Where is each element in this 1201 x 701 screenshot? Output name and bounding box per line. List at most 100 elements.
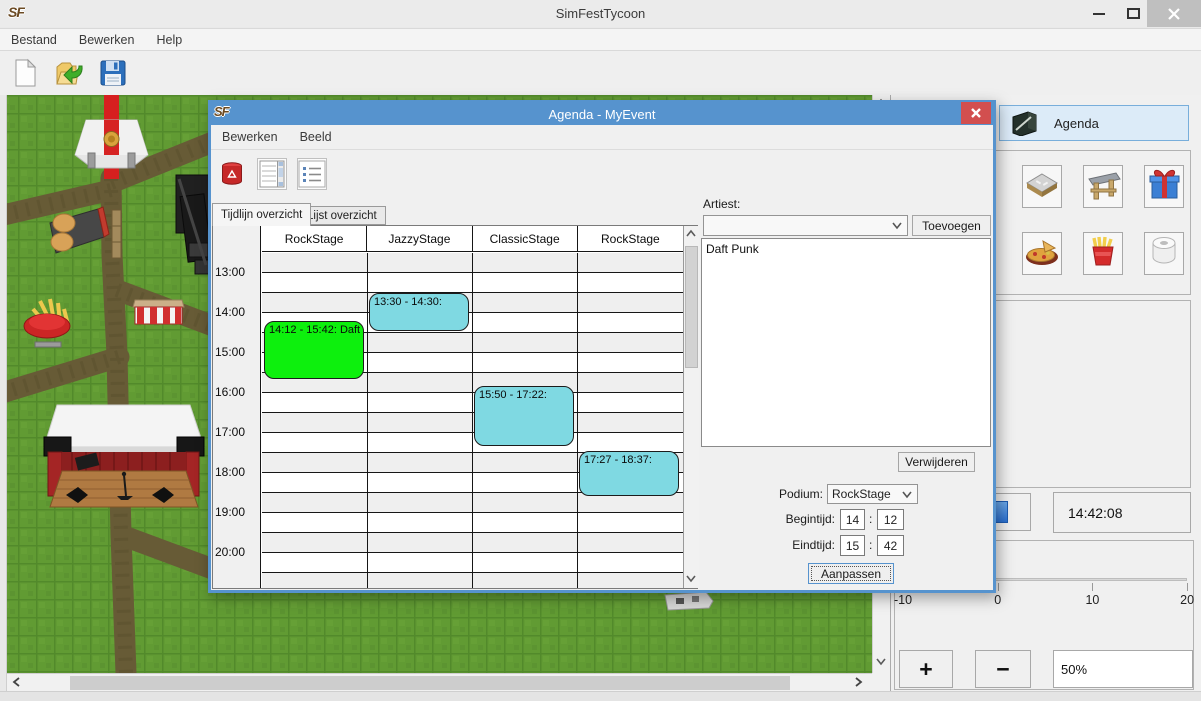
scroll-right-arrow[interactable] (852, 676, 864, 688)
dialog-menu-item-bewerken[interactable]: Bewerken (211, 130, 289, 144)
column-header-rockstage: RockStage (578, 226, 683, 251)
column-separator (577, 253, 578, 588)
chevron-up-icon (685, 228, 697, 240)
new-file-button[interactable] (8, 56, 42, 90)
item-button-stage-gate[interactable] (1083, 165, 1123, 208)
chevron-down-icon (875, 655, 887, 667)
slider-tick (1187, 583, 1188, 591)
time-colon: : (869, 538, 872, 552)
zoom-level-value: 50% (1061, 662, 1087, 677)
schedule-event[interactable]: 17:27 - 18:37: (579, 451, 679, 496)
end-hour-field[interactable]: 15 (840, 535, 865, 556)
tab-tijdlijn-overzicht[interactable]: Tijdlijn overzicht (212, 203, 311, 226)
slider-tick (998, 583, 999, 591)
chevron-down-icon (901, 488, 913, 500)
schedule-header: RockStageJazzyStageClassicStageRockStage (262, 226, 683, 252)
end-minute-field[interactable]: 42 (877, 535, 904, 556)
artist-label: Artiest: (703, 197, 740, 211)
podium-label: Podium: (763, 487, 823, 501)
dialog-content: BewerkenBeeld RockStage JazzyStageClassic… (211, 125, 993, 590)
hscroll-thumb[interactable] (70, 676, 790, 690)
artist-list-item[interactable]: Daft Punk (702, 239, 990, 256)
schedule-event[interactable]: 15:50 - 17:22: (474, 386, 574, 445)
chevron-down-icon (891, 219, 903, 231)
item-button-toilet-paper[interactable] (1144, 232, 1184, 275)
save-file-button[interactable] (96, 56, 130, 90)
dialog-titlebar[interactable]: SF Agenda - MyEvent (211, 103, 993, 125)
menu-item-help[interactable]: Help (145, 33, 193, 47)
dialog-logo-icon: SF (214, 104, 229, 119)
time-colon: : (869, 512, 872, 526)
close-button[interactable] (1147, 0, 1201, 27)
add-artist-button[interactable]: Toevoegen (912, 215, 991, 236)
remove-artist-button[interactable]: Verwijderen (898, 452, 975, 472)
end-time-label: Eindtijd: (767, 538, 835, 552)
time-label-1700: 17:00 (215, 425, 259, 439)
clock-value: 14:42:08 (1068, 505, 1123, 521)
item-button-gift[interactable] (1144, 165, 1184, 208)
menu-item-bestand[interactable]: Bestand (0, 33, 68, 47)
tent (75, 120, 148, 168)
begin-hour-field[interactable]: 14 (840, 509, 865, 530)
close-icon (1167, 7, 1181, 21)
item-button-pizza[interactable] (1022, 232, 1062, 275)
schedule-scrollbar[interactable] (683, 226, 699, 588)
zoom-level-field[interactable]: 50% (1053, 650, 1193, 688)
time-label-2000: 20:00 (215, 545, 259, 559)
open-file-button[interactable] (52, 56, 86, 90)
begin-time-label: Begintijd: (767, 512, 835, 526)
list-view-button[interactable] (297, 158, 327, 190)
time-label-1300: 13:00 (215, 265, 259, 279)
apply-button[interactable]: Aanpassen (808, 563, 894, 584)
end-hour-value: 15 (846, 539, 859, 553)
zoom-out-button[interactable]: − (975, 650, 1031, 688)
schedule-grid[interactable]: 14:12 - 15:42: Daft Punk13:30 - 14:30: 1… (262, 253, 683, 588)
schedule-event[interactable]: 13:30 - 14:30: (369, 293, 469, 331)
agenda-button-label: Agenda (1054, 116, 1099, 131)
item-button-fries[interactable] (1083, 232, 1123, 275)
begin-minute-field[interactable]: 12 (877, 509, 904, 530)
titlebar: SF SimFestTycoon (0, 0, 1201, 27)
slider-tick-label: 10 (1072, 593, 1112, 607)
podium-combobox[interactable]: RockStage (827, 484, 918, 504)
column-header-classicstage: ClassicStage (473, 226, 578, 251)
column-header-jazzystage: JazzyStage (367, 226, 472, 251)
delete-item-button[interactable] (217, 158, 247, 190)
gift-icon (1146, 167, 1182, 206)
map-horizontal-scrollbar[interactable] (7, 673, 872, 691)
scroll-left-arrow[interactable] (11, 676, 23, 688)
minimize-button[interactable] (1083, 0, 1115, 27)
pizza-icon (1024, 235, 1060, 272)
begin-hour-value: 14 (846, 513, 859, 527)
dialog-menu-item-beeld[interactable]: Beeld (289, 130, 343, 144)
fries-icon (1086, 234, 1120, 273)
scroll-down-arrow[interactable] (685, 572, 697, 584)
artist-combobox[interactable] (703, 215, 908, 236)
scroll-up-arrow[interactable] (685, 228, 697, 240)
small-stall (665, 592, 713, 610)
scrollbar-corner (872, 673, 890, 691)
agenda-dialog: SF Agenda - MyEvent BewerkenBeeld RockSt… (208, 100, 996, 593)
menu-item-bewerken[interactable]: Bewerken (68, 33, 146, 47)
stage-gate-icon (1085, 168, 1121, 206)
scroll-down-arrow[interactable] (875, 655, 887, 667)
stage (44, 405, 204, 507)
time-label-1600: 16:00 (215, 385, 259, 399)
schedule-event[interactable]: 14:12 - 15:42: Daft Punk (264, 321, 364, 379)
agenda-button[interactable]: Agenda (999, 105, 1189, 141)
window-title: SimFestTycoon (0, 6, 1201, 21)
maximize-button[interactable] (1117, 0, 1149, 27)
maximize-icon (1127, 8, 1140, 19)
slider-tick (1092, 583, 1093, 591)
agenda-book-icon (1010, 110, 1040, 136)
plus-icon: + (919, 656, 932, 683)
begin-minute-value: 12 (884, 513, 897, 527)
zoom-in-button[interactable]: + (899, 650, 953, 688)
item-button-path-tile[interactable] (1022, 165, 1062, 208)
timeline-view-button[interactable] (257, 158, 287, 190)
scrollbar-thumb[interactable] (685, 246, 698, 368)
apply-label: Aanpassen (821, 567, 881, 581)
artist-list[interactable]: Daft Punk (701, 238, 991, 447)
dialog-close-button[interactable] (961, 102, 991, 124)
dialog-menubar: BewerkenBeeld (211, 125, 993, 150)
